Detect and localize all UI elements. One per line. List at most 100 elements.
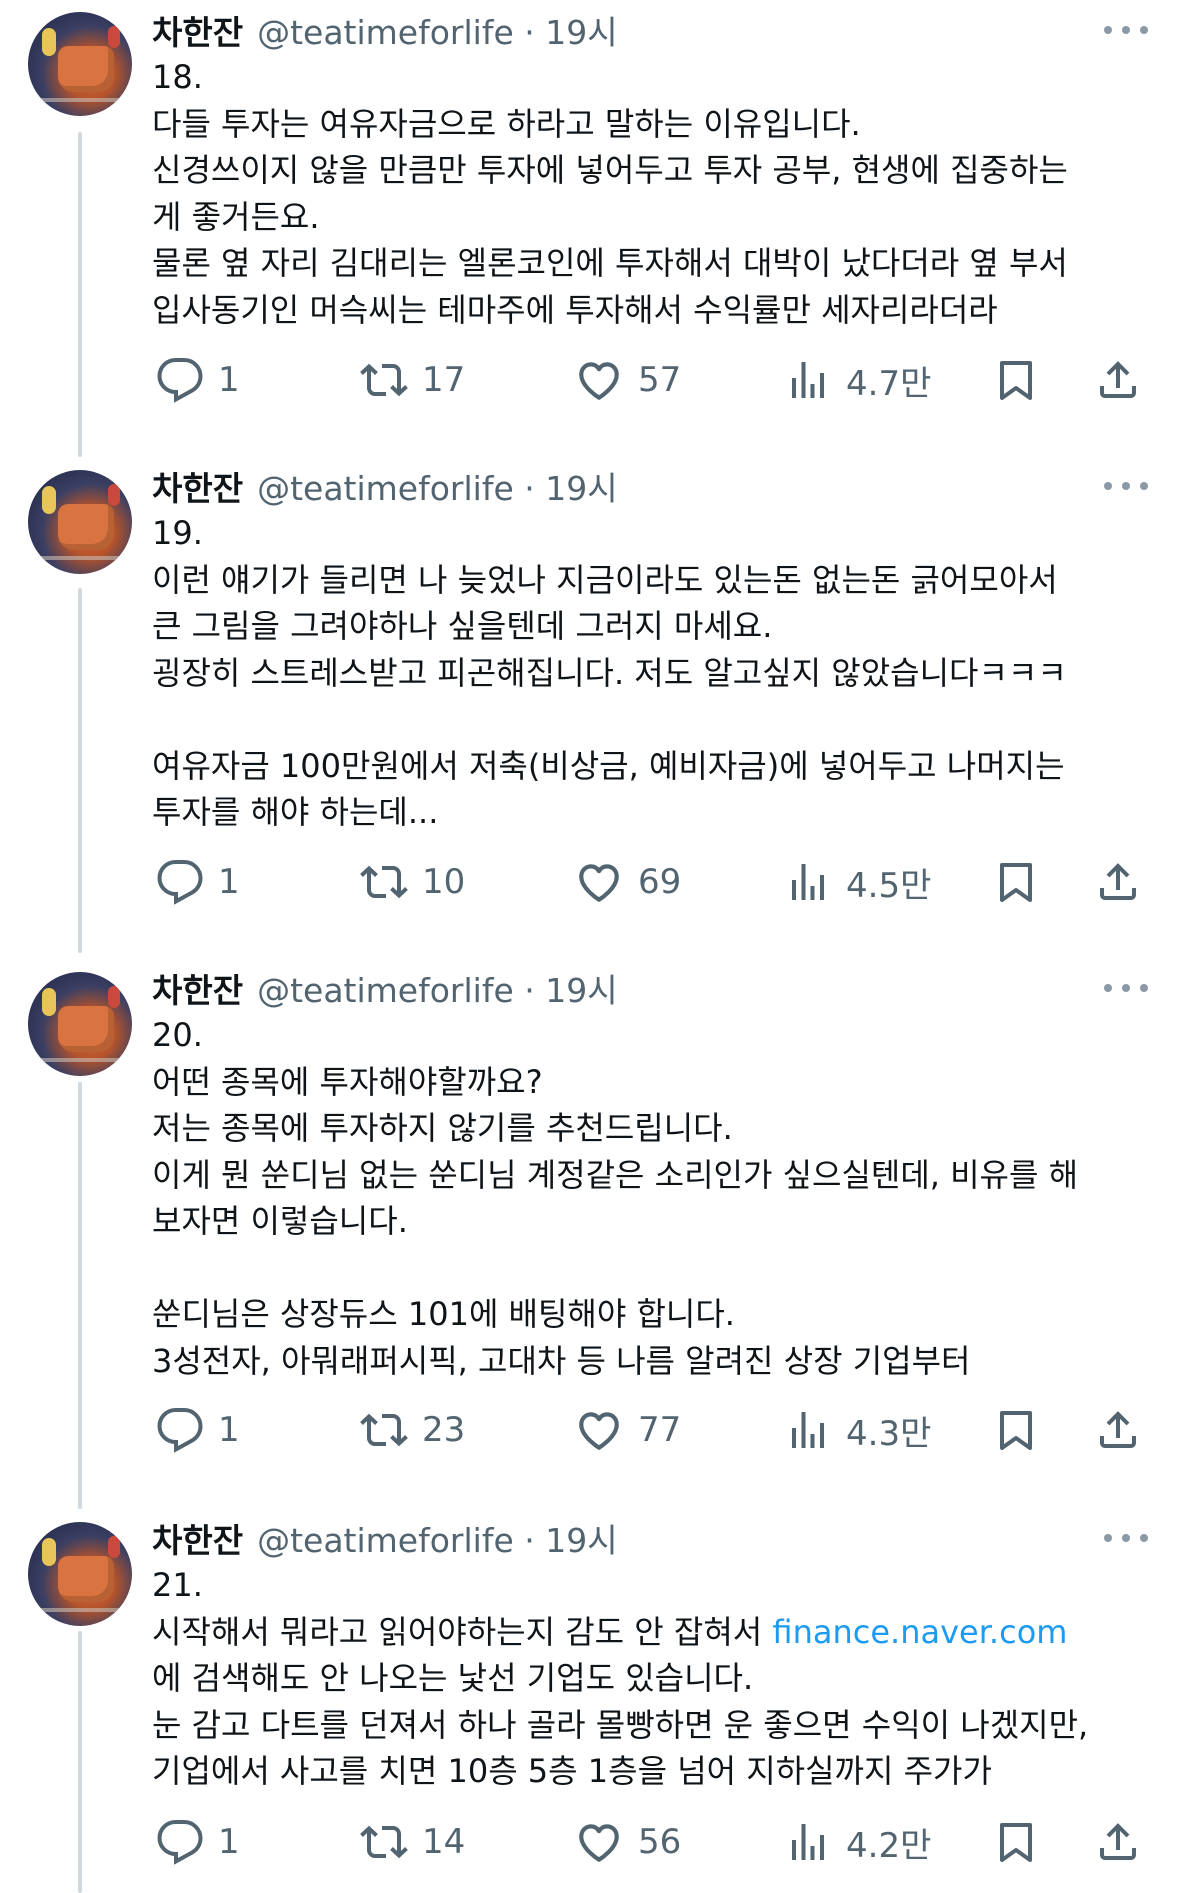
author-handle-time[interactable]: @teatimeforlife · 19시 [257, 964, 617, 1012]
author-handle-time[interactable]: @teatimeforlife · 19시 [257, 462, 617, 510]
tweet-header: 차한잔 @teatimeforlife · 19시 [152, 466, 618, 508]
retweet-count: 10 [422, 862, 466, 902]
reply-count: 1 [218, 862, 240, 902]
share-button[interactable] [1094, 1402, 1142, 1458]
tweet-line: 물론 옆 자리 김대리는 엘론코인에 투자해서 대박이 났다더라 옆 부서 [152, 244, 1068, 282]
tweet-line: 게 좋거든요. [152, 197, 320, 236]
author-name[interactable]: 차한잔 [152, 462, 243, 510]
retweet-button[interactable]: 23 [360, 1402, 465, 1458]
more-icon[interactable] [1104, 476, 1148, 496]
retweet-icon [360, 356, 408, 404]
reply-button[interactable]: 1 [156, 352, 240, 408]
avatar[interactable] [28, 470, 132, 574]
tweet-actions: 1 14 56 4.2만 [150, 1814, 1150, 1870]
bookmark-icon [992, 356, 1040, 404]
tweet[interactable]: 차한잔 @teatimeforlife · 19시 21. 시작해서 뭐라고 읽어… [0, 1510, 1179, 1893]
more-icon[interactable] [1104, 1528, 1148, 1548]
retweet-button[interactable]: 14 [360, 1814, 465, 1870]
tweet-line: 에 검색해도 안 나오는 낯선 기업도 있습니다. [152, 1659, 754, 1697]
retweet-button[interactable]: 10 [360, 854, 465, 910]
heart-icon [574, 857, 624, 907]
share-button[interactable] [1094, 1814, 1142, 1870]
tweet-line: 보자면 이렇습니다. [152, 1202, 408, 1240]
bookmark-button[interactable] [992, 854, 1040, 910]
tweet-line: 3성전자, 아뭐래퍼시픽, 고대차 등 나름 알려진 상장 기업부터 [152, 1341, 971, 1380]
tweet-number: 20. [152, 1016, 203, 1054]
reply-count: 1 [218, 1410, 240, 1450]
author-handle-time[interactable]: @teatimeforlife · 19시 [257, 6, 617, 54]
reply-count: 1 [218, 1822, 240, 1862]
views-icon [784, 1406, 832, 1454]
like-button[interactable]: 56 [574, 1814, 681, 1870]
tweet-actions: 1 10 69 4.5만 [150, 854, 1150, 910]
share-button[interactable] [1094, 854, 1142, 910]
tweet-header: 차한잔 @teatimeforlife · 19시 [152, 10, 618, 52]
reply-icon [156, 858, 204, 906]
tweet-text: 19. 이런 얘기가 들리면 나 늦었나 지금이라도 있는돈 없는돈 긁어모아서 큰… [152, 510, 1162, 836]
views-button[interactable]: 4.2만 [784, 1814, 931, 1870]
reply-button[interactable]: 1 [156, 1814, 240, 1870]
share-button[interactable] [1094, 352, 1142, 408]
reply-icon [156, 1818, 204, 1866]
like-count: 77 [638, 1410, 682, 1450]
bookmark-button[interactable] [992, 1402, 1040, 1458]
reply-button[interactable]: 1 [156, 1402, 240, 1458]
views-button[interactable]: 4.3만 [784, 1402, 931, 1458]
author-handle-time[interactable]: @teatimeforlife · 19시 [257, 1514, 617, 1562]
reply-count: 1 [218, 360, 240, 400]
like-count: 56 [638, 1822, 682, 1862]
author-name[interactable]: 차한잔 [152, 964, 243, 1012]
tweet-line: 투자를 해야 하는데... [152, 793, 439, 831]
tweet-number: 21. [152, 1566, 203, 1604]
more-icon[interactable] [1104, 978, 1148, 998]
views-count: 4.3만 [846, 1413, 932, 1454]
like-count: 57 [638, 360, 682, 400]
share-icon [1094, 1406, 1142, 1454]
bookmark-button[interactable] [992, 352, 1040, 408]
tweet[interactable]: 차한잔 @teatimeforlife · 19시 19. 이런 얘기가 들리면 … [0, 458, 1179, 948]
views-button[interactable]: 4.7만 [784, 352, 931, 408]
retweet-button[interactable]: 17 [360, 352, 465, 408]
share-icon [1094, 356, 1142, 404]
tweet[interactable]: 차한잔 @teatimeforlife · 19시 18. 다들 투자는 여유자금… [0, 0, 1179, 450]
views-button[interactable]: 4.5만 [784, 854, 931, 910]
tweet-line: 기업에서 사고를 치면 10층 5층 1층을 넘어 지하실까지 주가가 [152, 1752, 992, 1790]
tweet-line: 큰 그림을 그려야하나 싶을텐데 그러지 마세요. [152, 607, 773, 645]
tweet-line-text: 시작해서 뭐라고 읽어야하는지 감도 안 잡혀서 [152, 1612, 773, 1651]
tweet-number: 18. [152, 58, 203, 96]
author-name[interactable]: 차한잔 [152, 6, 243, 54]
more-icon[interactable] [1104, 20, 1148, 40]
tweet-line: 굉장히 스트레스받고 피곤해집니다. 저도 알고싶지 않았습니다ㅋㅋㅋ [152, 653, 1067, 692]
tweet-text: 21. 시작해서 뭐라고 읽어야하는지 감도 안 잡혀서 finance.nave… [152, 1562, 1162, 1795]
tweet-line [152, 1245, 1162, 1292]
avatar[interactable] [28, 1522, 132, 1626]
like-count: 69 [638, 862, 682, 902]
tweet-number: 19. [152, 514, 203, 552]
heart-icon [574, 1817, 624, 1867]
author-name[interactable]: 차한잔 [152, 1514, 243, 1562]
like-button[interactable]: 69 [574, 854, 681, 910]
views-icon [784, 1818, 832, 1866]
bookmark-button[interactable] [992, 1814, 1040, 1870]
like-button[interactable]: 57 [574, 352, 681, 408]
tweet-actions: 1 23 77 4.3만 [150, 1402, 1150, 1458]
views-count: 4.7만 [846, 363, 932, 404]
reply-button[interactable]: 1 [156, 854, 240, 910]
tweet[interactable]: 차한잔 @teatimeforlife · 19시 20. 어떤 종목에 투자해야… [0, 960, 1179, 1500]
tweet-text: 18. 다들 투자는 여유자금으로 하라고 말하는 이유입니다. 신경쓰이지 않을 … [152, 54, 1162, 333]
tweet-header: 차한잔 @teatimeforlife · 19시 [152, 968, 618, 1010]
tweet-actions: 1 17 57 4.7만 [150, 352, 1150, 408]
retweet-icon [360, 858, 408, 906]
tweet-line: 신경쓰이지 않을 만큼만 투자에 넣어두고 투자 공부, 현생에 집중하는 [152, 151, 1068, 189]
retweet-icon [360, 1818, 408, 1866]
heart-icon [574, 1405, 624, 1455]
bookmark-icon [992, 858, 1040, 906]
like-button[interactable]: 77 [574, 1402, 681, 1458]
avatar[interactable] [28, 972, 132, 1076]
tweet-line: 이게 뭔 쑨디님 없는 쑨디님 계정같은 소리인가 싶으실텐데, 비유를 해 [152, 1155, 1079, 1194]
bookmark-icon [992, 1406, 1040, 1454]
avatar[interactable] [28, 12, 132, 116]
bookmark-icon [992, 1818, 1040, 1866]
retweet-icon [360, 1406, 408, 1454]
finance-link[interactable]: finance.naver.com [772, 1613, 1067, 1651]
